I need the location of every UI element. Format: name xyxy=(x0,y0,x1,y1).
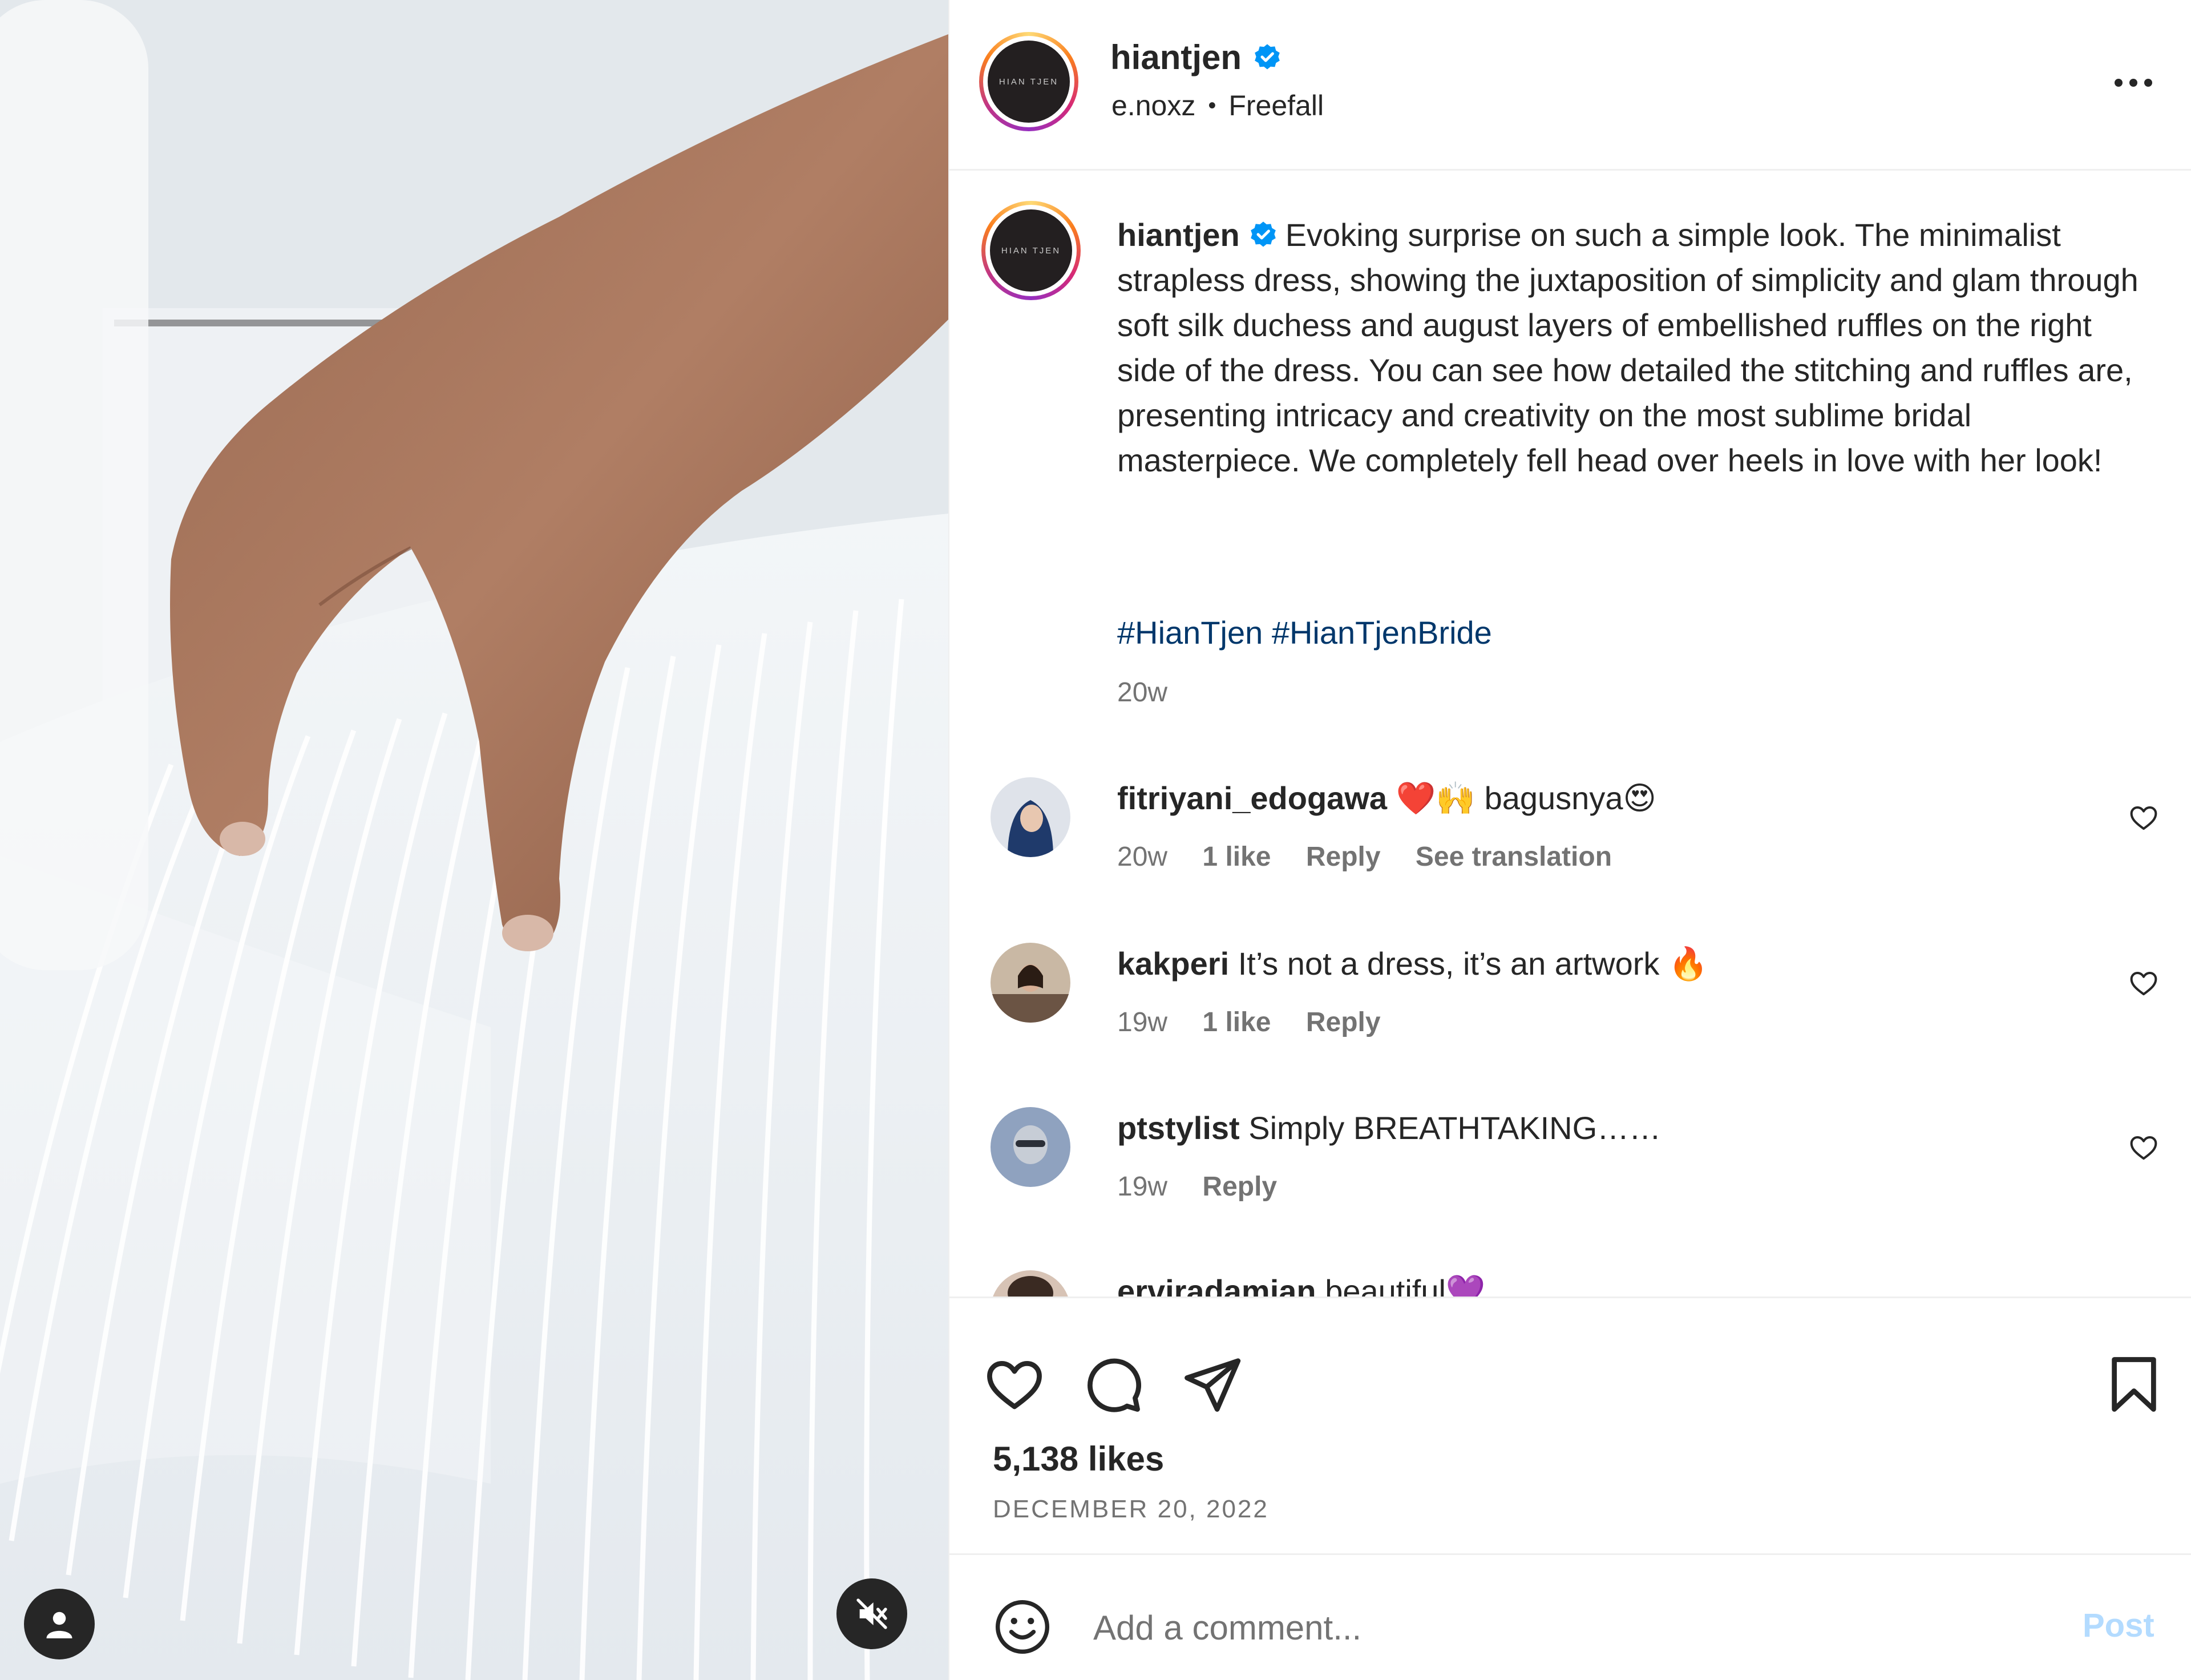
caption-username[interactable]: hiantjen xyxy=(1117,217,1240,253)
post-details-panel: HIAN TJEN hiantjen e.noxz • Freefall HIA… xyxy=(948,0,2191,1680)
more-options-button[interactable] xyxy=(2108,57,2159,108)
muted-speaker-icon xyxy=(856,1598,887,1629)
commenter-photo xyxy=(991,777,1070,857)
bookmark-icon xyxy=(2112,1357,2156,1412)
add-comment-bar: Post xyxy=(949,1555,2191,1680)
heart-icon xyxy=(2130,806,2157,830)
avatar[interactable] xyxy=(991,777,1070,857)
comment-text: It’s not a dress, it’s an artwork 🔥 xyxy=(1238,946,1708,982)
avatar-logo-text: HIAN TJEN xyxy=(1001,245,1061,256)
comment-button[interactable] xyxy=(1078,1350,1147,1419)
post-video[interactable] xyxy=(0,0,948,1680)
unmute-button[interactable] xyxy=(836,1578,907,1649)
user-icon xyxy=(46,1612,72,1638)
hashtag-link[interactable]: #HianTjenBride xyxy=(1272,615,1492,651)
more-options-icon xyxy=(2115,79,2152,87)
emoji-button[interactable] xyxy=(988,1593,1057,1661)
comment-text: Simply BREATHTAKING…… xyxy=(1248,1110,1662,1146)
avatar-logo-text: HIAN TJEN xyxy=(999,76,1059,87)
comments-list[interactable]: HIAN TJEN hiantjen Evoking surprise on s… xyxy=(949,169,2191,1298)
comment-like-count[interactable]: 1 like xyxy=(1202,842,1271,872)
comment-item: fitriyani_edogawa ❤️🙌 bagusnya😍 20w 1 li… xyxy=(949,777,2191,926)
audio-artist-link[interactable]: e.noxz xyxy=(1111,89,1195,122)
comment-timestamp[interactable]: 19w xyxy=(1117,1007,1167,1037)
comment-like-button[interactable] xyxy=(2124,1128,2164,1168)
post-header: HIAN TJEN hiantjen e.noxz • Freefall xyxy=(949,0,2191,171)
comment-body: fitriyani_edogawa ❤️🙌 bagusnya😍 xyxy=(1117,780,1656,817)
comment-text: beautiful💜 xyxy=(1325,1273,1486,1298)
comment-item: erviradamian beautiful💜 xyxy=(949,1270,2191,1298)
post-date[interactable]: DECEMBER 20, 2022 xyxy=(993,1495,1269,1524)
emoji-icon xyxy=(995,1600,1050,1654)
post-actions: 5,138 likes DECEMBER 20, 2022 xyxy=(949,1297,2191,1555)
commenter-photo xyxy=(991,1270,1070,1297)
post-comment-button[interactable]: Post xyxy=(2083,1606,2154,1645)
comment-body: kakperi It’s not a dress, it’s an artwor… xyxy=(1117,945,1708,983)
share-icon xyxy=(1185,1358,1241,1412)
audio-track-link[interactable]: Freefall xyxy=(1228,89,1324,122)
comment-username[interactable]: ptstylist xyxy=(1117,1110,1240,1146)
comment-meta: 20w 1 like Reply See translation xyxy=(1117,841,1639,873)
comment-meta: 19w Reply xyxy=(1117,1171,1304,1202)
comment-body: ptstylist Simply BREATHTAKING…… xyxy=(1117,1109,1661,1146)
like-button[interactable] xyxy=(980,1350,1049,1419)
verified-badge-icon xyxy=(1255,43,1280,69)
comment-body: erviradamian beautiful💜 xyxy=(1117,1273,1486,1298)
comment-icon xyxy=(1088,1358,1141,1412)
caption-text: Evoking surprise on such a simple look. … xyxy=(1117,217,2139,478)
avatar[interactable] xyxy=(991,1270,1070,1297)
heart-icon xyxy=(2130,1136,2157,1160)
caption-hashtags: #HianTjen #HianTjenBride xyxy=(1117,614,1492,651)
comment-timestamp[interactable]: 20w xyxy=(1117,842,1167,872)
caption-timestamp[interactable]: 20w xyxy=(1117,677,1167,708)
comment-like-button[interactable] xyxy=(2124,798,2164,838)
heart-icon xyxy=(2130,971,2157,996)
share-button[interactable] xyxy=(1178,1350,1246,1419)
comment-text: ❤️🙌 bagusnya😍 xyxy=(1396,780,1656,816)
comment-timestamp[interactable]: 19w xyxy=(1117,1172,1167,1202)
hashtag-link[interactable]: #HianTjen xyxy=(1117,615,1263,651)
comment-input[interactable] xyxy=(1092,1598,1979,1657)
avatar[interactable] xyxy=(991,943,1070,1023)
comment-meta: 19w 1 like Reply xyxy=(1117,1007,1408,1038)
save-button[interactable] xyxy=(2100,1350,2168,1419)
comment-username[interactable]: erviradamian xyxy=(1117,1273,1316,1297)
author-avatar[interactable]: HIAN TJEN xyxy=(979,32,1078,131)
audio-attribution: e.noxz • Freefall xyxy=(1111,89,1324,122)
commenter-photo xyxy=(991,1107,1070,1187)
post-caption: hiantjen Evoking surprise on such a simp… xyxy=(1117,212,2144,483)
author-username-row[interactable]: hiantjen xyxy=(1110,38,1283,77)
comment-username[interactable]: fitriyani_edogawa xyxy=(1117,780,1387,816)
comment-item: kakperi It’s not a dress, it’s an artwor… xyxy=(949,943,2191,1091)
commenter-photo xyxy=(991,943,1070,1023)
caption-author-avatar[interactable]: HIAN TJEN xyxy=(981,201,1081,300)
instagram-post-view: HIAN TJEN hiantjen e.noxz • Freefall HIA… xyxy=(0,0,2191,1680)
author-username[interactable]: hiantjen xyxy=(1110,38,1242,77)
reply-button[interactable]: Reply xyxy=(1202,1172,1277,1202)
reply-button[interactable]: Reply xyxy=(1306,842,1381,872)
avatar[interactable] xyxy=(991,1107,1070,1187)
comment-like-button[interactable] xyxy=(2124,963,2164,1003)
comment-like-count[interactable]: 1 like xyxy=(1202,1007,1271,1037)
see-translation-button[interactable]: See translation xyxy=(1416,842,1612,872)
video-frame xyxy=(0,0,948,1680)
heart-icon xyxy=(987,1360,1042,1410)
like-count[interactable]: 5,138 likes xyxy=(993,1439,1164,1479)
tagged-users-button[interactable] xyxy=(24,1589,95,1659)
comment-username[interactable]: kakperi xyxy=(1117,946,1229,982)
comment-item: ptstylist Simply BREATHTAKING…… 19w Repl… xyxy=(949,1107,2191,1255)
reply-button[interactable]: Reply xyxy=(1306,1007,1381,1037)
verified-badge-icon xyxy=(1250,221,1276,247)
audio-separator: • xyxy=(1208,92,1216,118)
